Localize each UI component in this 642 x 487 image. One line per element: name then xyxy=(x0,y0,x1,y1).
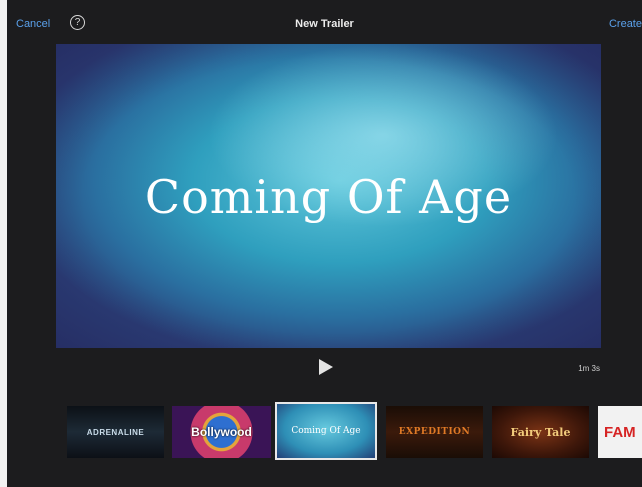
theme-bollywood[interactable]: Bollywood xyxy=(172,406,271,458)
duration-label: 1m 3s xyxy=(578,364,600,373)
theme-strip[interactable]: ADRENALINE Bollywood Coming Of Age EXPED… xyxy=(0,400,642,464)
theme-fairy-tale[interactable]: Fairy Tale xyxy=(492,406,589,458)
theme-expedition[interactable]: EXPEDITION xyxy=(386,406,483,458)
theme-coming-of-age-selected[interactable]: Coming Of Age xyxy=(275,402,377,460)
theme-label: EXPEDITION xyxy=(398,427,471,437)
theme-family[interactable]: FAM xyxy=(598,406,642,458)
page-title: New Trailer xyxy=(295,18,354,30)
theme-label: FAM xyxy=(604,423,636,441)
theme-label: Coming Of Age xyxy=(291,426,361,436)
preview-title-text: Coming Of Age xyxy=(144,170,513,224)
play-icon[interactable] xyxy=(319,359,333,375)
trailer-preview[interactable]: Coming Of Age xyxy=(56,44,601,348)
create-button[interactable]: Create xyxy=(609,18,642,30)
theme-adrenaline[interactable]: ADRENALINE xyxy=(67,406,164,458)
top-bar: Cancel ? New Trailer Create xyxy=(7,10,642,40)
theme-label: Fairy Tale xyxy=(510,425,571,439)
theme-label: Bollywood xyxy=(191,425,252,439)
theme-label: ADRENALINE xyxy=(86,427,145,437)
